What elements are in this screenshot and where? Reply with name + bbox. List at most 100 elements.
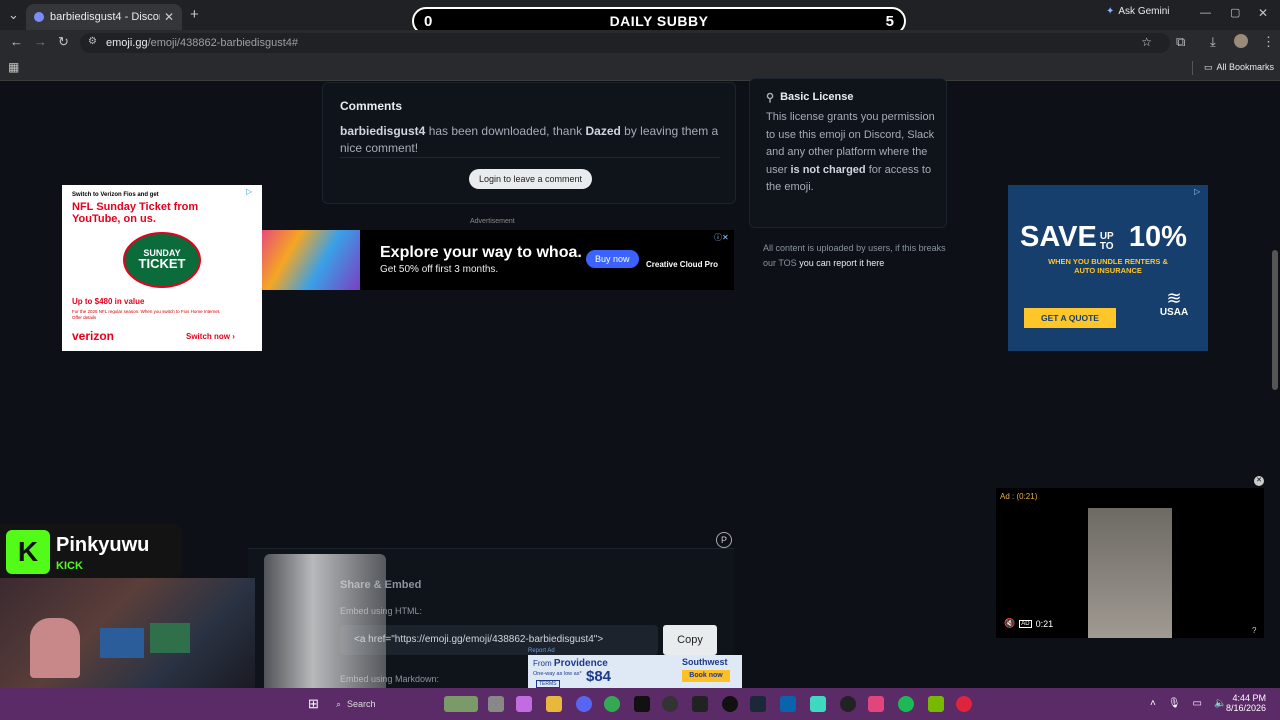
taskbar-clock[interactable]: 4:44 PM 8/16/2026 bbox=[1216, 693, 1266, 713]
windows-start-icon[interactable]: ⊞ bbox=[308, 696, 324, 712]
forward-arrow-icon[interactable]: → bbox=[34, 35, 47, 48]
maximize-icon[interactable]: ▢ bbox=[1230, 8, 1240, 19]
outlook-icon[interactable] bbox=[780, 696, 796, 712]
steam-icon[interactable] bbox=[750, 696, 766, 712]
spotify-icon[interactable] bbox=[898, 696, 914, 712]
taskbar-search[interactable]: ⌕ Search bbox=[336, 696, 432, 712]
report-link[interactable]: you can report it here bbox=[799, 258, 884, 268]
discord-icon[interactable] bbox=[576, 696, 592, 712]
profile-avatar[interactable] bbox=[1234, 34, 1248, 48]
southwest-oneway: One-way as low as* bbox=[533, 671, 582, 677]
streamer-name: Pinkyuwu bbox=[56, 534, 150, 556]
kick-logo-icon: K bbox=[6, 530, 50, 574]
epic-games-icon[interactable] bbox=[692, 696, 708, 712]
usaa-subtext: WHEN YOU BUNDLE RENTERS & AUTO INSURANCE bbox=[1048, 257, 1168, 275]
obs-icon[interactable] bbox=[662, 696, 678, 712]
comments-heading: Comments bbox=[340, 99, 403, 113]
verizon-kicker: Switch to Verizon Fios and get bbox=[72, 192, 159, 198]
ad-artwork-image bbox=[262, 230, 360, 290]
usaa-ad[interactable]: SAVE UP TO 10% WHEN YOU BUNDLE RENTERS &… bbox=[1008, 185, 1208, 351]
back-arrow-icon[interactable]: ← bbox=[10, 35, 23, 48]
search-icon: ⌕ bbox=[336, 699, 342, 709]
site-info-icon[interactable]: ⚙ bbox=[88, 36, 97, 47]
system-tray: ˄ 🎙 ▭ 🔈 bbox=[1150, 698, 1226, 709]
video-ad-countdown: Ad : (0:21) bbox=[1000, 492, 1038, 501]
task-view-icon[interactable] bbox=[488, 696, 504, 712]
adobe-buy-now-button[interactable]: Buy now bbox=[586, 250, 639, 268]
network-icon[interactable]: ▭ bbox=[1193, 698, 1202, 709]
score-title: DAILY SUBBY bbox=[609, 13, 709, 29]
copilot-icon[interactable] bbox=[516, 696, 532, 712]
minimize-icon[interactable]: — bbox=[1200, 8, 1211, 19]
uploader-name[interactable]: Dazed bbox=[585, 124, 620, 138]
video-ad-player[interactable]: Ad : (0:21) 🔇 AD 0:21 ? bbox=[996, 488, 1264, 638]
page-scrollbar[interactable] bbox=[1271, 82, 1279, 688]
usaa-headline: SAVE UP TO 10% bbox=[1020, 221, 1187, 253]
file-explorer-icon[interactable] bbox=[546, 696, 562, 712]
close-window-icon[interactable]: ✕ bbox=[1258, 7, 1268, 19]
ask-gemini-button[interactable]: ✦ Ask Gemini bbox=[1106, 6, 1170, 17]
verizon-switch-now[interactable]: Switch now › bbox=[186, 332, 235, 341]
emoji-name: barbiedisgust4 bbox=[340, 124, 426, 138]
southwest-ad[interactable]: From Providence One-way as low as* $84 T… bbox=[528, 655, 742, 688]
app-icon[interactable] bbox=[840, 696, 856, 712]
southwest-terms[interactable]: TERMS bbox=[536, 680, 560, 688]
adchoices-icon[interactable]: ⓘ✕ bbox=[714, 232, 729, 243]
nvidia-icon[interactable] bbox=[928, 696, 944, 712]
microphone-icon[interactable]: 🎙 bbox=[1168, 698, 1181, 709]
comments-divider bbox=[340, 157, 720, 158]
new-tab-icon[interactable]: + bbox=[190, 7, 199, 22]
adchoices-icon[interactable]: ▷ bbox=[246, 187, 252, 196]
address-bar[interactable]: ⚙ emoji.gg/emoji/438862-barbiedisgust4# … bbox=[80, 33, 1170, 53]
reload-icon[interactable]: ↻ bbox=[58, 35, 69, 48]
adobe-banner-ad[interactable]: Explore your way to whoa. Get 50% off fi… bbox=[262, 230, 734, 290]
apps-grid-icon[interactable]: ▦ bbox=[8, 61, 19, 73]
discord-emoji-favicon-icon bbox=[34, 12, 44, 22]
ribbon-icon: ⚲ bbox=[766, 92, 775, 104]
adobe-subtext: Get 50% off first 3 months. bbox=[380, 264, 499, 275]
streamer-platform: KICK bbox=[56, 560, 83, 572]
verizon-headline: NFL Sunday Ticket from YouTube, on us. bbox=[72, 201, 199, 225]
app-icon[interactable] bbox=[634, 696, 650, 712]
advertisement-label: Advertisement bbox=[470, 218, 515, 225]
g-hub-icon[interactable] bbox=[722, 696, 738, 712]
usaa-eagle-icon: ≋ bbox=[1166, 288, 1182, 308]
embed-html-code[interactable]: <a href="https://emoji.gg/emoji/438862-b… bbox=[340, 625, 658, 655]
chevron-up-icon[interactable]: ˄ bbox=[1150, 698, 1156, 709]
app-icon[interactable] bbox=[956, 696, 972, 712]
scrollbar-thumb[interactable] bbox=[1272, 250, 1278, 390]
close-video-ad-icon[interactable]: ✕ bbox=[1254, 476, 1264, 486]
comments-message: barbiedisgust4 has been downloaded, than… bbox=[340, 124, 719, 155]
video-help-icon[interactable]: ? bbox=[1252, 626, 1256, 635]
usaa-logo: ≋ USAA bbox=[1154, 289, 1194, 318]
tab-search-icon[interactable]: ⌄ bbox=[8, 8, 19, 21]
score-left: 0 bbox=[424, 12, 433, 30]
url-host: emoji.gg bbox=[106, 37, 148, 49]
southwest-price: $84 bbox=[586, 668, 612, 685]
webcam-monitor-shape bbox=[150, 623, 190, 653]
active-tab[interactable]: barbiedisgust4 - Discord Emoji ✕ bbox=[26, 4, 182, 30]
southwest-book-now-button[interactable]: Book now bbox=[682, 670, 730, 682]
app-icon[interactable] bbox=[868, 696, 884, 712]
video-time: 0:21 bbox=[1035, 618, 1054, 629]
video-controls: 🔇 AD 0:21 bbox=[1004, 618, 1054, 629]
download-icon[interactable]: ⤓ bbox=[1210, 35, 1216, 48]
copy-html-button[interactable]: Copy bbox=[663, 625, 717, 655]
bookmark-star-icon[interactable]: ☆ bbox=[1141, 35, 1152, 49]
adchoices-icon[interactable]: ▷ bbox=[1194, 187, 1200, 196]
app-icon[interactable] bbox=[810, 696, 826, 712]
pinterest-icon[interactable]: P bbox=[716, 532, 732, 548]
login-to-comment-button[interactable]: Login to leave a comment bbox=[469, 169, 593, 189]
all-bookmarks-button[interactable]: ▭ All Bookmarks bbox=[1204, 62, 1274, 73]
extensions-icon[interactable]: ⧉ bbox=[1176, 35, 1185, 48]
chrome-icon[interactable] bbox=[604, 696, 620, 712]
mute-icon[interactable]: 🔇 bbox=[1004, 618, 1015, 629]
usaa-get-quote-button[interactable]: GET A QUOTE bbox=[1024, 308, 1116, 328]
report-ad-link[interactable]: Report Ad bbox=[528, 648, 555, 654]
folder-icon: ▭ bbox=[1204, 62, 1213, 72]
more-menu-icon[interactable]: ⋮ bbox=[1262, 35, 1275, 48]
close-tab-icon[interactable]: ✕ bbox=[164, 10, 174, 24]
sunday-ticket-badge: SUNDAY TICKET bbox=[123, 232, 201, 288]
widgets-icon[interactable] bbox=[444, 696, 478, 712]
verizon-ad[interactable]: Switch to Verizon Fios and get NFL Sunda… bbox=[62, 185, 262, 351]
